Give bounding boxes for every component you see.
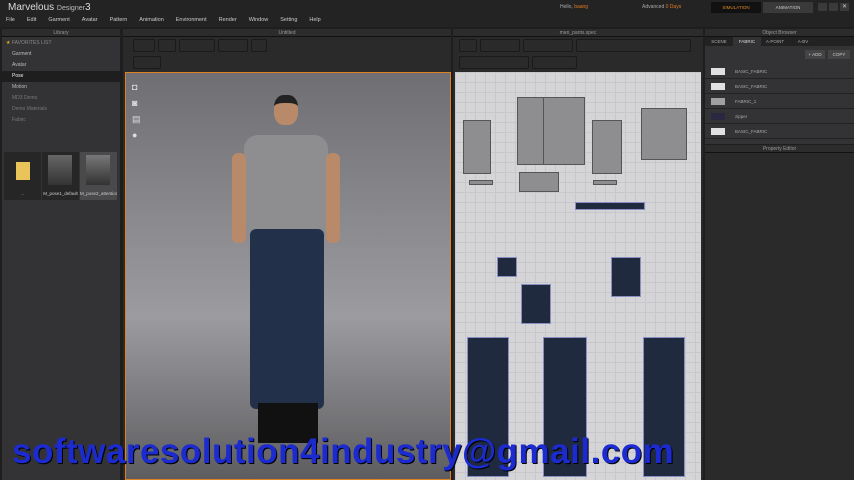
library-item-demo-materials[interactable]: Demo Materials (2, 104, 120, 115)
menu-pattern[interactable]: Pattern (104, 14, 134, 27)
pattern-tools[interactable] (576, 39, 691, 52)
pattern-piece[interactable] (519, 172, 559, 192)
pattern-piece[interactable] (469, 180, 493, 185)
view-3d-panel: Untitled ◘ ◙ ▤ ● (123, 29, 451, 480)
fabric-item[interactable]: BASIC_FABRIC (705, 124, 854, 139)
avatar-icon (48, 155, 72, 185)
tab-fabric[interactable]: FABRIC (733, 37, 761, 46)
pattern-piece[interactable] (641, 108, 687, 160)
pattern-canvas[interactable] (455, 72, 701, 480)
property-editor-header: Property Editor (705, 145, 854, 153)
fabric-swatch (711, 82, 725, 90)
point-tools[interactable] (523, 39, 573, 52)
pin-tools[interactable] (179, 39, 215, 52)
library-item-avatar[interactable]: Avatar (2, 60, 120, 71)
garment-pants (250, 229, 324, 409)
fabric-swatch (711, 127, 725, 135)
select-tool[interactable] (158, 39, 176, 52)
fabric-name: zipper (735, 113, 748, 119)
view-2d-header: man_pants.spec (453, 29, 703, 37)
texture-tools[interactable] (532, 56, 577, 69)
menu-garment[interactable]: Garment (42, 14, 75, 27)
fabric-name: FABRIC_1 (735, 98, 757, 104)
pattern-piece[interactable] (543, 97, 585, 165)
watermark: softwaresolution4industry@gmail.com (12, 432, 675, 471)
thumb-pose1[interactable]: M_pose1_default (42, 152, 79, 200)
menu-avatar[interactable]: Avatar (76, 14, 104, 27)
fabric-item[interactable]: BASIC_FABRIC (705, 79, 854, 94)
app-title: Marvelous Designer3 (8, 2, 91, 13)
avatar-left-arm (232, 153, 246, 243)
fabric-name: BASIC_FABRIC (735, 128, 768, 134)
avatar-icon (86, 155, 110, 185)
transform-tools[interactable] (480, 39, 520, 52)
menu-setting[interactable]: Setting (274, 14, 303, 27)
menu-window[interactable]: Window (243, 14, 275, 27)
view-3d-header: Untitled (123, 29, 451, 37)
fabric-item[interactable]: FABRIC_1 (705, 94, 854, 109)
pattern-pocket[interactable] (611, 257, 641, 297)
avatar-right-arm (326, 153, 340, 243)
fabric-swatch (711, 112, 725, 120)
simulate-2d-button[interactable] (459, 39, 477, 52)
avatar-head (274, 95, 298, 125)
library-panel: Library ★ FAVORITES LIST Garment Avatar … (2, 29, 120, 480)
pattern-pocket[interactable] (497, 257, 517, 277)
maximize-button[interactable] (829, 3, 838, 11)
menu-environment[interactable]: Environment (170, 14, 213, 27)
folder-icon (16, 162, 30, 180)
menu-render[interactable]: Render (213, 14, 243, 27)
object-browser-header: Object Browser (705, 29, 854, 37)
license-info: Advanced 0 Days (642, 4, 682, 10)
fabric-name: BASIC_FABRIC (735, 83, 768, 89)
view-2d-panel: man_pants.spec (453, 29, 703, 480)
property-editor-panel: Property Editor (705, 145, 854, 480)
copy-fabric-button[interactable]: COPY (828, 50, 850, 59)
library-item-pose[interactable]: Pose (2, 71, 120, 82)
motion-button[interactable] (251, 39, 267, 52)
title-bar: Marvelous Designer3 Hello, baang Advance… (0, 0, 854, 14)
animation-mode-button[interactable]: ANIMATION (763, 2, 813, 13)
tab-a-point[interactable]: A-POINT (761, 37, 789, 46)
menu-file[interactable]: File (0, 14, 21, 27)
fabric-list: BASIC_FABRIC BASIC_FABRIC FABRIC_1zipper BA… (705, 64, 854, 139)
simulate-button[interactable] (133, 39, 155, 52)
fabric-item[interactable]: zipper (705, 109, 854, 124)
garment-jacket (244, 135, 328, 229)
add-fabric-button[interactable]: + ADD (805, 50, 825, 59)
sewing-tools[interactable] (459, 56, 529, 69)
pattern-pocket[interactable] (521, 284, 551, 324)
pattern-waistband[interactable] (575, 202, 645, 210)
library-header: Library (2, 29, 120, 37)
fabric-swatch (711, 67, 725, 75)
view-icons: ◘ ◙ ▤ ● (132, 82, 141, 140)
minimize-button[interactable] (818, 3, 827, 11)
menu-edit[interactable]: Edit (21, 14, 42, 27)
pattern-piece[interactable] (463, 120, 491, 174)
thumb-pose2[interactable]: M_pose2_attention (80, 152, 117, 200)
view-tools[interactable] (133, 56, 161, 69)
fabric-swatch (711, 97, 725, 105)
menu-help[interactable]: Help (303, 14, 326, 27)
close-button[interactable]: ✕ (840, 3, 849, 11)
tab-scene[interactable]: SCENE (705, 37, 733, 46)
library-item-garment[interactable]: Garment (2, 49, 120, 60)
menu-bar: File Edit Garment Avatar Pattern Animati… (0, 14, 854, 27)
tab-a-bv[interactable]: A-BV (789, 37, 817, 46)
library-item-motion[interactable]: Motion (2, 82, 120, 93)
menu-animation[interactable]: Animation (133, 14, 169, 27)
favorites-list: ★ FAVORITES LIST (6, 40, 52, 46)
fabric-name: BASIC_FABRIC (735, 68, 768, 74)
thumb-folder-up[interactable]: .. (4, 152, 41, 200)
simulation-mode-button[interactable]: SIMULATION (711, 2, 761, 13)
library-item-md3-demo[interactable]: MD3 Demo (2, 93, 120, 104)
pattern-piece[interactable] (592, 120, 622, 174)
library-item-fabric[interactable]: Fabric (2, 115, 120, 126)
viewport-3d[interactable]: ◘ ◙ ▤ ● (125, 72, 451, 480)
fabric-item[interactable]: BASIC_FABRIC (705, 64, 854, 79)
object-browser-panel: Object Browser SCENE FABRIC A-POINT A-BV… (705, 29, 854, 144)
arrange-tools[interactable] (218, 39, 248, 52)
pattern-piece[interactable] (593, 180, 617, 185)
user-info: Hello, baang (560, 4, 589, 10)
